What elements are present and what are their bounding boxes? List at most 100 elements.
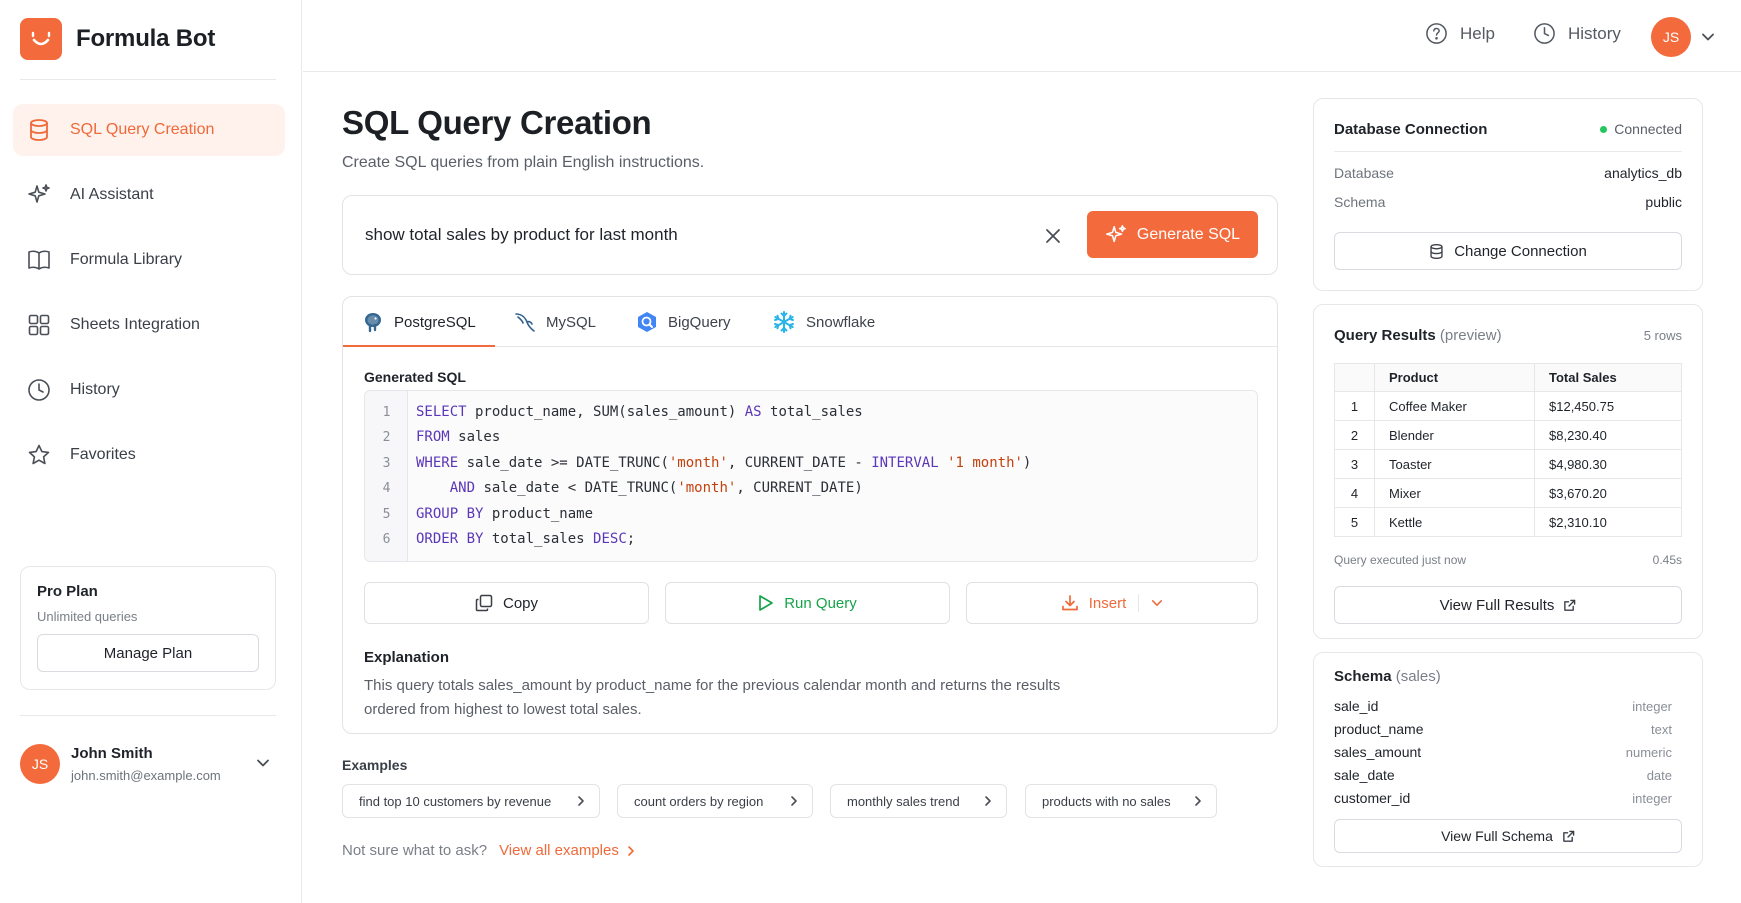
column-header[interactable]: Product [1374, 363, 1535, 392]
chevron-down-icon[interactable] [256, 756, 270, 774]
column-header[interactable]: Total Sales [1534, 363, 1682, 392]
code-line: SELECT product_name, SUM(sales_amount) A… [416, 404, 863, 420]
mysql-icon [514, 311, 536, 333]
schema-label: Schema [1334, 194, 1386, 210]
sidebar-item-label: Sheets Integration [70, 316, 200, 333]
sidebar-item-history[interactable]: History [13, 364, 285, 416]
history-button[interactable]: History [1533, 22, 1621, 45]
schema-field-name: product_name [1334, 721, 1424, 737]
database-icon [1429, 243, 1444, 260]
schema-field-type: integer [1632, 699, 1672, 714]
help-line: Not sure what to ask? View all examples [342, 842, 635, 859]
sidebar-item-sheets-integration[interactable]: Sheets Integration [13, 299, 285, 351]
divider [1138, 594, 1140, 612]
sidebar-item-formula-library[interactable]: Formula Library [13, 234, 285, 286]
view-full-schema-button[interactable]: View Full Schema [1334, 819, 1682, 853]
query-results-card: Query Results (preview) 5 rows Product T… [1313, 304, 1703, 639]
row-index: 2 [1334, 420, 1375, 450]
sidebar-item-sql-query-creation[interactable]: SQL Query Creation [13, 104, 285, 156]
manage-plan-button[interactable]: Manage Plan [37, 634, 259, 672]
change-connection-label: Change Connection [1454, 242, 1587, 260]
user-menu[interactable]: JS John Smith john.smith@example.com [20, 744, 276, 784]
view-full-results-button[interactable]: View Full Results [1334, 586, 1682, 624]
examples-label: Examples [342, 757, 408, 773]
insert-button[interactable]: Insert [966, 582, 1258, 624]
help-button[interactable]: Help [1425, 22, 1495, 45]
download-icon [1061, 594, 1079, 612]
help-icon [1425, 22, 1448, 45]
close-icon[interactable] [1041, 224, 1065, 248]
schema-field-type: integer [1632, 791, 1672, 806]
generate-sql-button[interactable]: Generate SQL [1087, 211, 1258, 258]
run-query-button[interactable]: Run Query [665, 582, 950, 624]
chevron-down-icon[interactable] [1701, 30, 1715, 48]
example-chip-label: monthly sales trend [847, 793, 960, 809]
prompt-box: Generate SQL [342, 195, 1278, 275]
table-row[interactable]: 5 Kettle $2,310.10 [1334, 507, 1682, 537]
example-chip-label: find top 10 customers by revenue [359, 793, 552, 809]
status-dot [1600, 125, 1608, 133]
avatar[interactable]: JS [1651, 17, 1691, 57]
tab-postgresql[interactable]: PostgreSQL [362, 297, 476, 347]
divider [1334, 151, 1682, 152]
sidebar-item-ai-assistant[interactable]: AI Assistant [13, 169, 285, 221]
schema-title: Schema [1334, 668, 1392, 685]
line-number: 2 [382, 430, 391, 445]
results-title: Query Results [1334, 327, 1436, 344]
tab-bigquery[interactable]: BigQuery [636, 297, 731, 347]
example-chip[interactable]: find top 10 customers by revenue [342, 784, 600, 818]
plan-title: Pro Plan [37, 583, 98, 600]
sidebar-item-favorites[interactable]: Favorites [13, 429, 285, 481]
explanation-text: This query totals sales_amount by produc… [364, 677, 1061, 718]
example-chip[interactable]: count orders by region [617, 784, 813, 818]
product-cell: Toaster [1374, 449, 1535, 479]
prompt-input[interactable] [365, 216, 1005, 254]
tab-label: MySQL [546, 313, 597, 331]
play-icon [758, 594, 774, 612]
sales-cell: $2,310.10 [1534, 507, 1682, 537]
table-row[interactable]: 1 Coffee Maker $12,450.75 [1334, 391, 1682, 421]
user-email: john.smith@example.com [71, 768, 221, 783]
product-cell: Coffee Maker [1374, 391, 1535, 421]
line-number: 6 [382, 532, 391, 547]
example-chip[interactable]: products with no sales [1025, 784, 1217, 818]
schema-field-type: numeric [1625, 745, 1672, 760]
row-index: 4 [1334, 478, 1375, 508]
schema-field-name: sale_id [1334, 698, 1379, 714]
tab-label: Snowflake [806, 313, 876, 331]
example-chip[interactable]: monthly sales trend [830, 784, 1007, 818]
insert-label: Insert [1088, 594, 1127, 612]
brand[interactable]: Formula Bot [20, 18, 215, 60]
line-number: 3 [382, 456, 391, 471]
table-row[interactable]: 3 Toaster $4,980.30 [1334, 449, 1682, 479]
generated-sql-label: Generated SQL [364, 369, 466, 385]
tab-snowflake[interactable]: Snowflake [772, 297, 875, 347]
chevron-down-icon[interactable] [1151, 597, 1163, 609]
schema-card: Schema (sales) sale_id integer product_n… [1313, 652, 1703, 867]
results-table: Product Total Sales 1 Coffee Maker $12,4… [1334, 363, 1682, 537]
card-title: Schema (sales) [1334, 668, 1441, 685]
table-row[interactable]: 4 Mixer $3,670.20 [1334, 478, 1682, 508]
copy-button[interactable]: Copy [364, 582, 649, 624]
row-index: 3 [1334, 449, 1375, 479]
smile-logo-icon [20, 18, 62, 60]
view-all-examples-link[interactable]: View all examples [499, 842, 635, 859]
sidebar-item-label: SQL Query Creation [70, 121, 215, 138]
sql-code-editor[interactable]: 1 2 3 4 5 6 SELECT product_name, SUM(sal… [364, 390, 1258, 562]
page-title: SQL Query Creation [342, 104, 652, 141]
schema-field-type: text [1651, 722, 1672, 737]
avatar: JS [20, 744, 60, 784]
product-cell: Blender [1374, 420, 1535, 450]
tab-mysql[interactable]: MySQL [514, 297, 596, 347]
view-full-schema-label: View Full Schema [1441, 828, 1553, 844]
view-full-results-label: View Full Results [1439, 596, 1555, 614]
sidebar: Formula Bot SQL Query Creation AI Assist… [0, 0, 302, 903]
query-time: 0.45s [1652, 553, 1682, 567]
change-connection-button[interactable]: Change Connection [1334, 232, 1682, 270]
schema-title-note: (sales) [1395, 668, 1441, 685]
table-row[interactable]: 2 Blender $8,230.40 [1334, 420, 1682, 450]
example-chip-label: products with no sales [1042, 793, 1171, 809]
divider [20, 715, 276, 716]
table-header-row: Product Total Sales [1334, 363, 1682, 392]
bigquery-icon [636, 311, 658, 333]
